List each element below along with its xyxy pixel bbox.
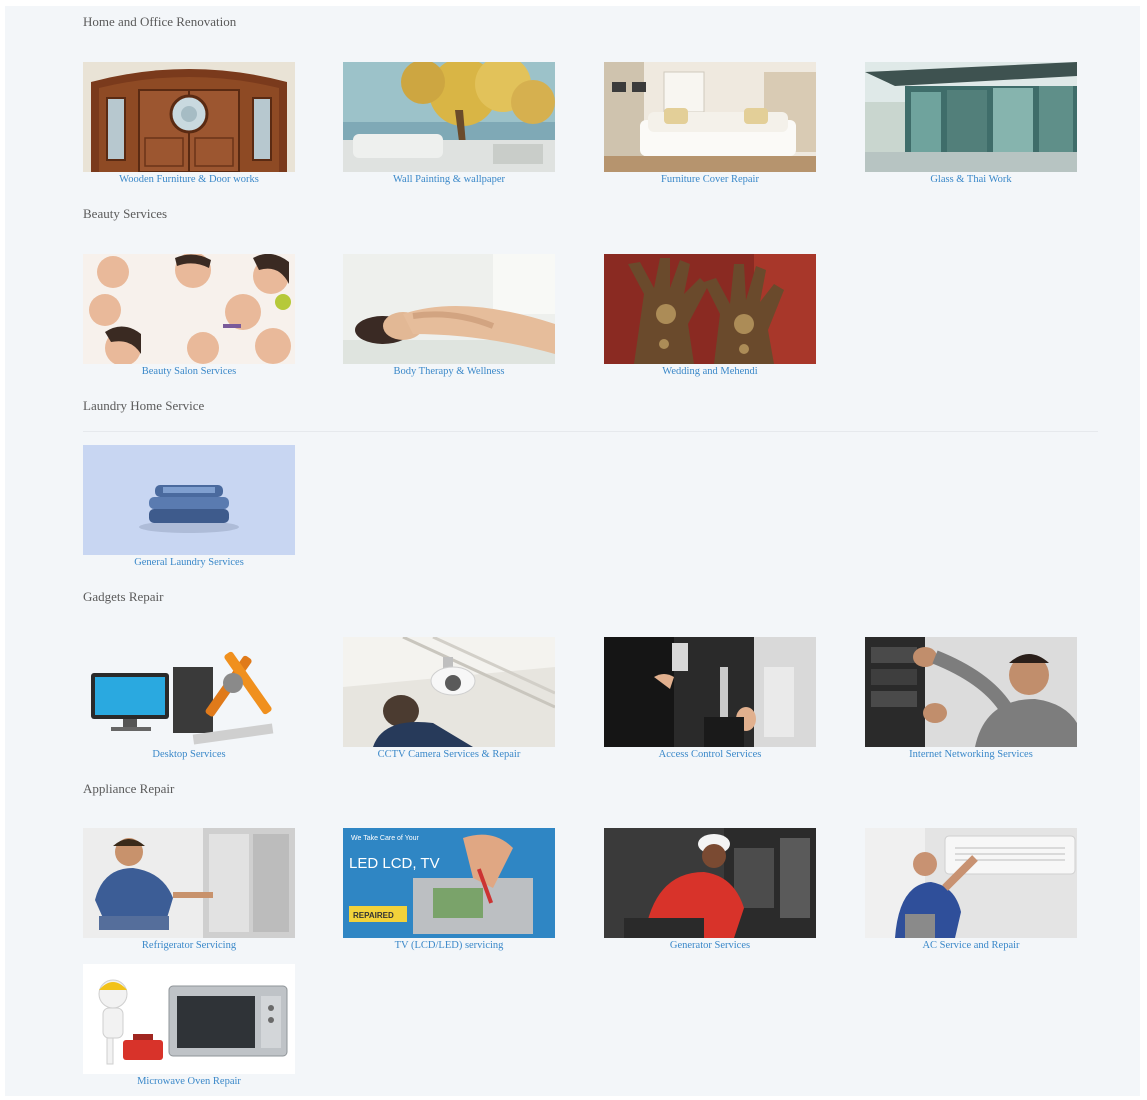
mehendi-hands-image [604, 254, 816, 364]
beauty-faces-image [83, 254, 295, 364]
service-card-body-therapy[interactable]: Body Therapy & Wellness [343, 254, 555, 380]
service-label[interactable]: Body Therapy & Wellness [333, 366, 565, 377]
section-divider [83, 431, 1098, 432]
microwave-repair-image [83, 964, 295, 1074]
cctv-camera-image [343, 637, 555, 747]
refrigerator-repair-image [83, 828, 295, 938]
services-page: Home and Office Renovation Wooden Furnit… [5, 6, 1140, 1096]
service-label[interactable]: TV (LCD/LED) servicing [333, 940, 565, 951]
wooden-door-image [83, 62, 295, 172]
service-label[interactable]: General Laundry Services [73, 557, 305, 568]
service-label[interactable]: Wooden Furniture & Door works [73, 174, 305, 185]
generator-repair-image [604, 828, 816, 938]
section-title-appliance-repair: Appliance Repair [83, 781, 175, 796]
service-label[interactable]: AC Service and Repair [855, 940, 1087, 951]
service-card-wooden-furniture[interactable]: Wooden Furniture & Door works [83, 62, 295, 188]
service-label[interactable]: Wedding and Mehendi [594, 366, 826, 377]
service-label[interactable]: Beauty Salon Services [73, 366, 305, 377]
service-card-wall-painting[interactable]: Wall Painting & wallpaper [343, 62, 555, 188]
wall-painting-image [343, 62, 555, 172]
sofa-image [604, 62, 816, 172]
service-label[interactable]: Access Control Services [594, 749, 826, 760]
service-card-wedding-mehendi[interactable]: Wedding and Mehendi [604, 254, 816, 380]
service-label[interactable]: Generator Services [594, 940, 826, 951]
ac-repair-image [865, 828, 1077, 938]
desktop-tools-image [83, 637, 295, 747]
access-control-image [604, 637, 816, 747]
tv-banner-tag: REPAIRED [353, 911, 394, 920]
service-card-internet-networking[interactable]: Internet Networking Services [865, 637, 1077, 763]
service-card-generator[interactable]: Generator Services [604, 828, 816, 954]
service-card-access-control[interactable]: Access Control Services [604, 637, 816, 763]
tv-banner-line1: We Take Care of Your [351, 835, 420, 842]
section-title-gadgets-repair: Gadgets Repair [83, 589, 164, 604]
service-label[interactable]: Microwave Oven Repair [73, 1076, 305, 1087]
service-card-desktop[interactable]: Desktop Services [83, 637, 295, 763]
service-label[interactable]: Wall Painting & wallpaper [333, 174, 565, 185]
section-title-beauty-services: Beauty Services [83, 206, 168, 221]
network-technician-image [865, 637, 1077, 747]
massage-image [343, 254, 555, 364]
tv-banner-line2: LED LCD, TV [349, 855, 440, 872]
service-card-microwave[interactable]: Microwave Oven Repair [83, 964, 295, 1090]
service-card-tv-servicing[interactable]: We Take Care of Your LED LCD, TV REPAIRE… [343, 828, 555, 954]
service-card-ac-repair[interactable]: AC Service and Repair [865, 828, 1077, 954]
service-card-general-laundry[interactable]: General Laundry Services [83, 445, 295, 571]
service-label[interactable]: Desktop Services [73, 749, 305, 760]
service-label[interactable]: Internet Networking Services [855, 749, 1087, 760]
service-label[interactable]: Furniture Cover Repair [594, 174, 826, 185]
tv-repair-image: We Take Care of Your LED LCD, TV REPAIRE… [343, 828, 555, 938]
section-title-home-office-renovation: Home and Office Renovation [83, 14, 237, 29]
service-label[interactable]: Refrigerator Servicing [73, 940, 305, 951]
service-label[interactable]: Glass & Thai Work [855, 174, 1087, 185]
service-card-furniture-cover[interactable]: Furniture Cover Repair [604, 62, 816, 188]
folded-clothes-image [83, 445, 295, 555]
service-card-cctv[interactable]: CCTV Camera Services & Repair [343, 637, 555, 763]
service-card-beauty-salon[interactable]: Beauty Salon Services [83, 254, 295, 380]
service-label[interactable]: CCTV Camera Services & Repair [333, 749, 565, 760]
service-card-glass-work[interactable]: Glass & Thai Work [865, 62, 1077, 188]
glass-building-image [865, 62, 1077, 172]
section-title-laundry-home-service: Laundry Home Service [83, 398, 205, 413]
service-card-refrigerator[interactable]: Refrigerator Servicing [83, 828, 295, 954]
